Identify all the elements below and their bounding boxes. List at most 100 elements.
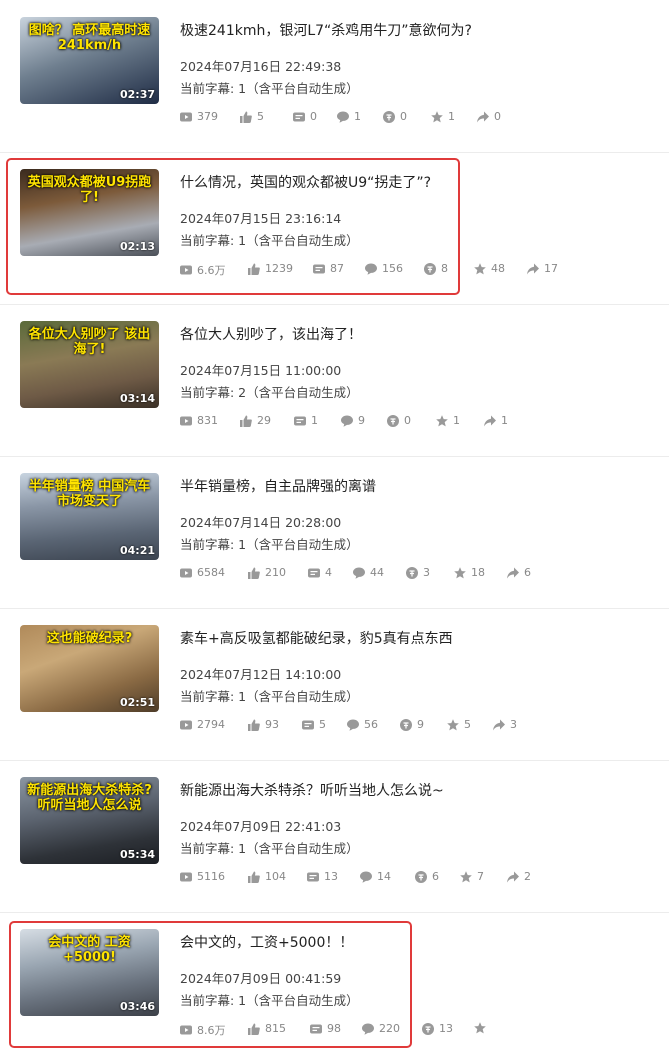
like-icon [240,415,252,427]
stat-like: 5 [240,110,264,123]
danmaku-icon [302,720,314,729]
video-duration: 03:46 [119,1000,155,1013]
share-icon [527,263,539,274]
thumbnail-overlay-text: 半年销量榜 中国汽车市场变天了 [28,479,151,509]
coin-icon [400,718,412,731]
video-item: 各位大人别吵了 该出海了! 03:14 各位大人别吵了，该出海了！ 2024年0… [0,304,669,457]
video-thumbnail[interactable]: 新能源出海大杀特杀? 听听当地人怎么说 05:34 [20,777,159,864]
video-title[interactable]: 素车+高反吸氢都能破纪录，豹5真有点东西 [180,628,453,648]
coin-icon [406,566,418,579]
like-icon [248,871,260,883]
publish-date: 2024年07月12日 14:10:00 [180,667,342,682]
star-icon [454,566,466,578]
stat-danmaku: 0 [293,110,317,123]
video-title[interactable]: 各位大人别吵了，该出海了！ [180,324,362,344]
stat-coin: 9 [400,718,424,731]
comment-icon [362,1023,374,1035]
star-icon [431,110,443,122]
thumbnail-overlay-text: 图啥？ 高环最高时速241km/h [28,23,151,53]
stat-like: 1239 [248,262,293,275]
comment-icon [341,415,353,427]
video-title[interactable]: 会中文的，工资+5000！！ [180,932,353,952]
video-duration: 05:34 [119,848,155,861]
thumbnail-overlay-text: 英国观众都被U9拐跑了! [27,175,152,205]
stat-play: 2794 [180,718,225,731]
video-title[interactable]: 什么情况，英国的观众都被U9“拐走了”? [180,172,431,192]
video-item: 半年销量榜 中国汽车市场变天了 04:21 半年销量榜，自主品牌强的离谱 202… [0,456,669,609]
play-icon [180,1025,192,1035]
stat-share: 0 [477,110,501,123]
stat-share: 2 [507,870,531,883]
star-icon [447,718,459,730]
stat-comment: 44 [353,566,384,579]
danmaku-icon [293,112,305,121]
stat-danmaku: 4 [308,566,332,579]
stat-favorite: 7 [460,870,484,883]
publish-date: 2024年07月15日 11:00:00 [180,363,342,378]
stat-favorite: 18 [454,566,485,579]
stat-coin: 0 [387,414,411,427]
like-icon [240,111,252,123]
stat-play: 831 [180,414,218,427]
stat-favorite: 48 [474,262,505,275]
video-title[interactable]: 半年销量榜，自主品牌强的离谱 [180,476,376,496]
stat-coin: 3 [406,566,430,579]
share-icon [493,719,505,730]
subtitle-info: 当前字幕: 1（含平台自动生成） [180,993,359,1008]
star-icon [436,414,448,426]
video-item: 这也能破纪录? 02:51 素车+高反吸氢都能破纪录，豹5真有点东西 2024年… [0,608,669,761]
stat-like: 29 [240,414,271,427]
comment-icon [347,719,359,731]
video-title[interactable]: 极速241kmh，银河L7“杀鸡用牛刀”意欲何为? [180,20,472,40]
video-thumbnail[interactable]: 英国观众都被U9拐跑了! 02:13 [20,169,159,256]
comment-icon [365,263,377,275]
play-icon [180,568,192,577]
video-thumbnail[interactable]: 图啥？ 高环最高时速241km/h 02:37 [20,17,159,104]
stat-like: 93 [248,718,279,731]
stat-like: 815 [248,1022,286,1035]
thumbnail-overlay-text: 会中文的 工资+5000! [48,935,131,965]
stat-comment: 1 [337,110,361,123]
video-title[interactable]: 新能源出海大杀特杀？听听当地人怎么说~ [180,780,444,800]
coin-icon [422,1022,434,1035]
coin-icon [415,870,427,883]
comment-icon [360,871,372,883]
video-duration: 03:14 [119,392,155,405]
stat-share: 1 [484,414,508,427]
stat-favorite [474,1022,491,1034]
stat-share: 17 [527,262,558,275]
video-item: 新能源出海大杀特杀? 听听当地人怎么说 05:34 新能源出海大杀特杀？听听当地… [0,760,669,913]
video-thumbnail[interactable]: 各位大人别吵了 该出海了! 03:14 [20,321,159,408]
stat-danmaku: 98 [310,1022,341,1035]
subtitle-info: 当前字幕: 1（含平台自动生成） [180,689,359,704]
stat-favorite: 1 [436,414,460,427]
publish-date: 2024年07月14日 20:28:00 [180,515,342,530]
stat-danmaku: 5 [302,718,326,731]
subtitle-info: 当前字幕: 1（含平台自动生成） [180,233,359,248]
video-thumbnail[interactable]: 这也能破纪录? 02:51 [20,625,159,712]
danmaku-icon [310,1024,322,1033]
play-icon [180,112,192,121]
stat-play: 5116 [180,870,225,883]
video-duration: 04:21 [119,544,155,557]
stat-comment: 56 [347,718,378,731]
coin-icon [383,110,395,123]
video-item: 英国观众都被U9拐跑了! 02:13 什么情况，英国的观众都被U9“拐走了”? … [0,152,669,305]
stat-danmaku: 13 [307,870,338,883]
stat-comment: 220 [362,1022,400,1035]
coin-icon [424,262,436,275]
like-icon [248,719,260,731]
stat-share: 3 [493,718,517,731]
danmaku-icon [313,264,325,273]
stat-comment: 156 [365,262,403,275]
stat-coin: 0 [383,110,407,123]
stat-comment: 9 [341,414,365,427]
stat-play: 6.6万 [180,262,226,278]
share-icon [477,111,489,122]
star-icon [460,870,472,882]
video-thumbnail[interactable]: 半年销量榜 中国汽车市场变天了 04:21 [20,473,159,560]
play-icon [180,265,192,275]
stat-coin: 13 [422,1022,453,1035]
video-thumbnail[interactable]: 会中文的 工资+5000! 03:46 [20,929,159,1016]
subtitle-info: 当前字幕: 1（含平台自动生成） [180,81,359,96]
